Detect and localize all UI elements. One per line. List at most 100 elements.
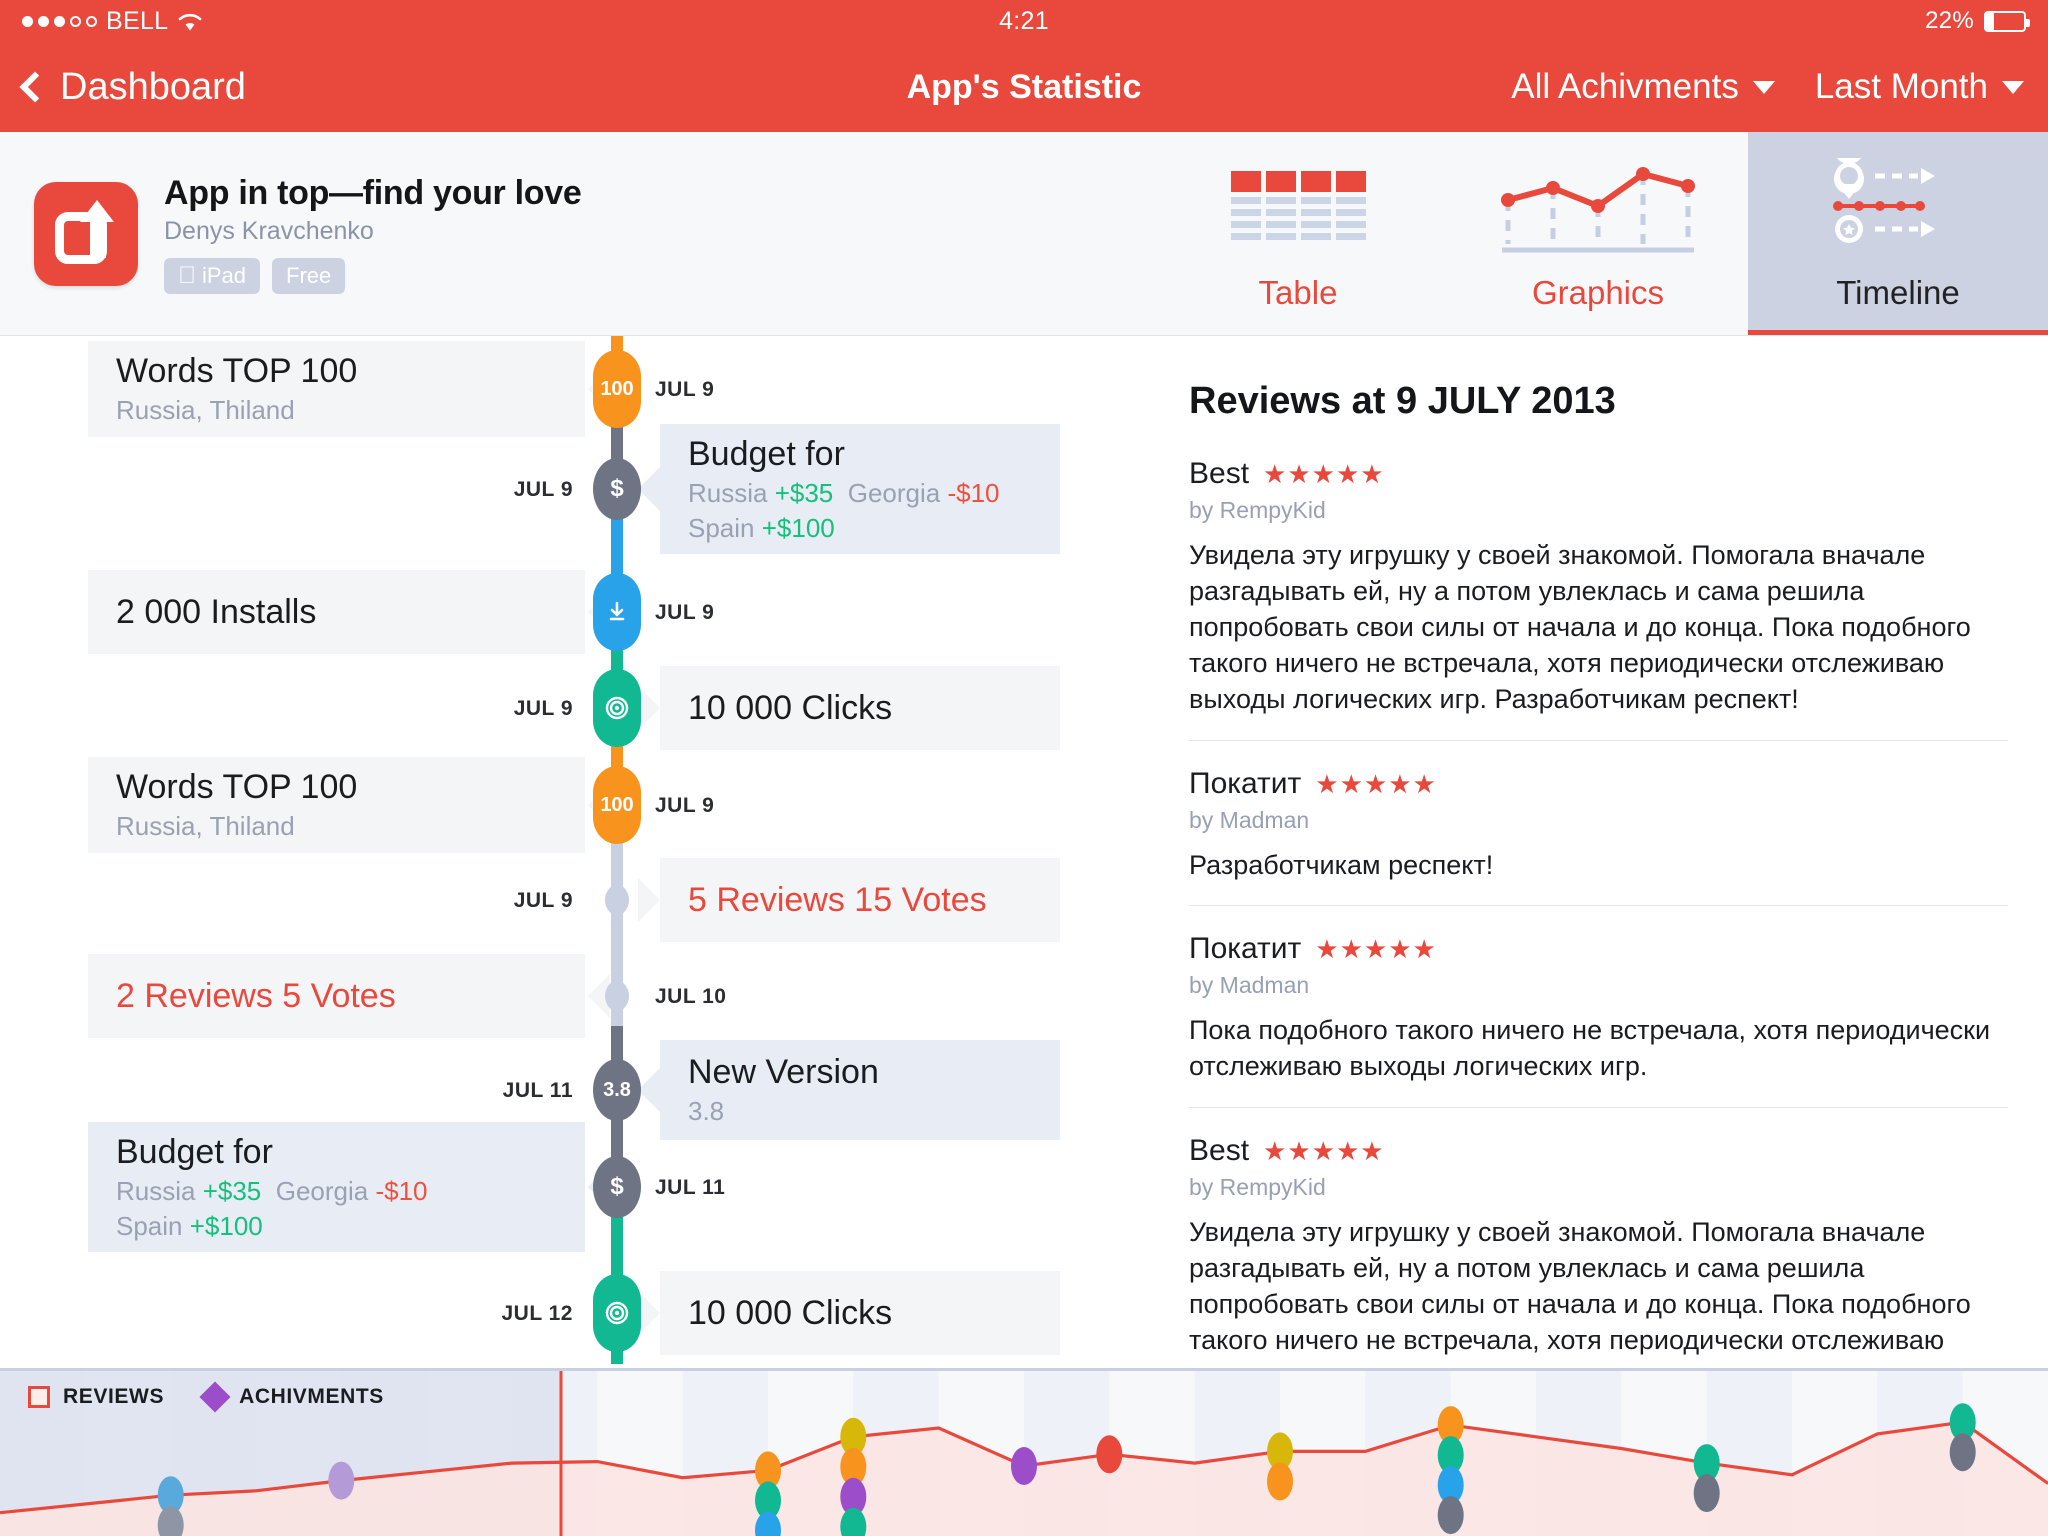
budget-amount: +$100 [761,512,835,543]
timeline-node[interactable]: 3.8 [593,1059,641,1121]
nav-bar: Dashboard App's Statistic All Achivments… [0,42,2048,132]
timeline-card-pointer-icon [638,686,660,730]
badge-price: Free [268,257,346,294]
review-author: by RempyKid [1189,1174,1326,1201]
app-header-row: App in top—find your love Denys Kravchen… [0,132,2048,336]
review-item[interactable]: Покатит ★★★★★ by Madman Разработчикам респе… [1189,739,2008,906]
review-rating-stars: ★★★★★ [1263,459,1385,489]
review-item[interactable]: Best ★★★★★ by RempyKid Увидела эту игрушку … [1189,1107,2008,1364]
period-filter-dropdown[interactable]: Last Month [1815,67,2024,107]
timeline-node[interactable]: 100 [593,350,641,428]
timeline-event-card[interactable]: 2 Reviews 5 Votes [88,954,585,1038]
timeline-date-label: JUL 9 [655,601,715,624]
legend-swatch-achievements-icon [199,1381,231,1413]
timeline-event-card[interactable]: 10 000 Clicks [660,1271,1060,1355]
budget-amount: +$35 [774,477,834,508]
review-body: Увидела эту игрушку у своей знакомой. По… [1189,540,1971,714]
tab-graphics[interactable]: Graphics [1448,132,1748,335]
timeline-node[interactable] [605,885,629,915]
chart-achievement-marker [1437,1496,1464,1535]
timeline-event-card[interactable]: New Version 3.8 [660,1040,1060,1140]
review-body: Разработчикам респект! [1189,849,1494,880]
timeline-date-label: JUL 12 [501,1302,573,1325]
review-author: by Madman [1189,806,1310,833]
timeline-date-label: JUL 10 [655,985,727,1008]
battery-icon [1984,10,2030,32]
timeline-event-card[interactable]: Budget for Russia +$35 Georgia -$10 Spain … [660,424,1060,554]
timeline-card-pointer-icon [638,1291,660,1335]
review-header: Покатит ★★★★★ [1189,932,2008,966]
badge-platform:  iPad [164,257,261,294]
budget-amount: +$100 [189,1210,263,1241]
badge-platform-label: iPad [184,262,246,288]
reviews-panel[interactable]: Reviews at 9 JULY 2013 Best ★★★★★ by Rempy… [1145,336,2048,1364]
budget-country: Spain [116,1210,190,1241]
chart-achievement-marker [1949,1433,1976,1472]
nav-filters: All Achivments Last Month [1511,67,2024,107]
timeline-card-pointer-icon [638,878,660,922]
review-rating-stars: ★★★★★ [1315,934,1437,965]
reviews-list: Best ★★★★★ by RempyKid Увидела эту игрушку … [1189,457,2008,1364]
timeline-node[interactable]: $ [593,1156,641,1218]
budget-country: Georgia [275,1175,376,1206]
timeline-event-card[interactable]: 10 000 Clicks [660,666,1060,750]
timeline-date-label: JUL 9 [655,378,715,401]
timeline-event-card[interactable]: Words TOP 100 Russia, Thiland [88,757,585,853]
review-body: Пока подобного такого ничего не встречал… [1189,1015,1991,1082]
achievements-filter-dropdown[interactable]: All Achivments [1511,67,1775,107]
review-item[interactable]: Best ★★★★★ by RempyKid Увидела эту игрушку … [1189,457,2008,740]
legend-label-achievements: ACHIVMENTS [239,1385,384,1408]
review-header: Покатит ★★★★★ [1189,767,2008,801]
timeline-panel[interactable]: Words TOP 100 Russia, Thiland 100 JUL 9 Budg… [0,336,1145,1364]
app-badges:  iPad Free [164,257,581,294]
legend-item-achievements: ACHIVMENTS [199,1381,384,1413]
view-tabs: Table Graphics Timeline [1148,132,2048,335]
timeline-date-label: JUL 9 [513,889,573,912]
review-item[interactable]: Покатит ★★★★★ by Madman Пока подобного тако… [1189,905,2008,1107]
budget-amount: +$35 [202,1175,262,1206]
budget-country: Russia [116,1175,203,1206]
badge-price-label: Free [268,262,331,288]
timeline-event-title: 10 000 Clicks [688,1293,893,1332]
status-bar: BELL 4:21 22% [0,0,2048,42]
timeline-event-title: 2 000 Installs [116,592,317,631]
period-filter-label: Last Month [1814,67,1988,106]
tab-table[interactable]: Table [1148,132,1448,335]
review-title: Покатит [1189,766,1302,800]
timeline-event-title: Budget for [116,1132,273,1171]
chart-legend: REVIEWS ACHIVMENTS [28,1381,384,1413]
caret-down-icon [1752,80,1775,94]
achievements-filter-label: All Achivments [1511,67,1739,106]
timeline-node[interactable]: $ [593,458,641,520]
review-header: Best ★★★★★ [1189,1134,2008,1168]
review-author: by RempyKid [1189,497,1326,523]
chart-achievement-marker [1011,1447,1037,1485]
chart-achievement-marker [1693,1474,1720,1513]
timeline-node[interactable] [605,981,629,1011]
timeline-node-target-icon[interactable] [593,1274,641,1352]
app-author: Denys Kravchenko [164,216,374,245]
timeline-node[interactable]: 100 [593,766,641,844]
timeline-event-card[interactable]: Budget for Russia +$35 Georgia -$10 Spain … [88,1122,585,1252]
timeline-event-title: Words TOP 100 [116,352,358,390]
timeline-event-title: Budget for [688,434,845,473]
timeline-event-card[interactable]: 5 Reviews 15 Votes [660,858,1060,942]
timeline-overview-chart[interactable]: REVIEWS ACHIVMENTS [0,1368,2048,1536]
app-meta: App in top—find your love Denys Kravchen… [164,174,582,294]
clock-label: 4:21 [999,6,1049,35]
back-button[interactable]: Dashboard [19,65,246,109]
tab-timeline[interactable]: Timeline [1748,132,2048,335]
timeline-event-subtitle: Russia, Thiland [116,811,295,841]
legend-label-reviews: REVIEWS [63,1385,165,1408]
back-button-label: Dashboard [60,65,246,108]
timeline-event-card[interactable]: Words TOP 100 Russia, Thiland [88,341,585,437]
chart-achievement-marker [1267,1462,1293,1501]
timeline-date-label: JUL 9 [513,697,573,720]
timeline-node-download-icon[interactable] [593,573,641,651]
review-rating-stars: ★★★★★ [1315,768,1437,799]
tab-graphics-label: Graphics [1531,273,1665,311]
timeline-node-target-icon[interactable] [593,669,641,747]
timeline-event-card[interactable]: 2 000 Installs [88,570,585,654]
chart-achievement-marker [328,1461,355,1500]
app-info: App in top—find your love Denys Kravchen… [0,132,770,335]
